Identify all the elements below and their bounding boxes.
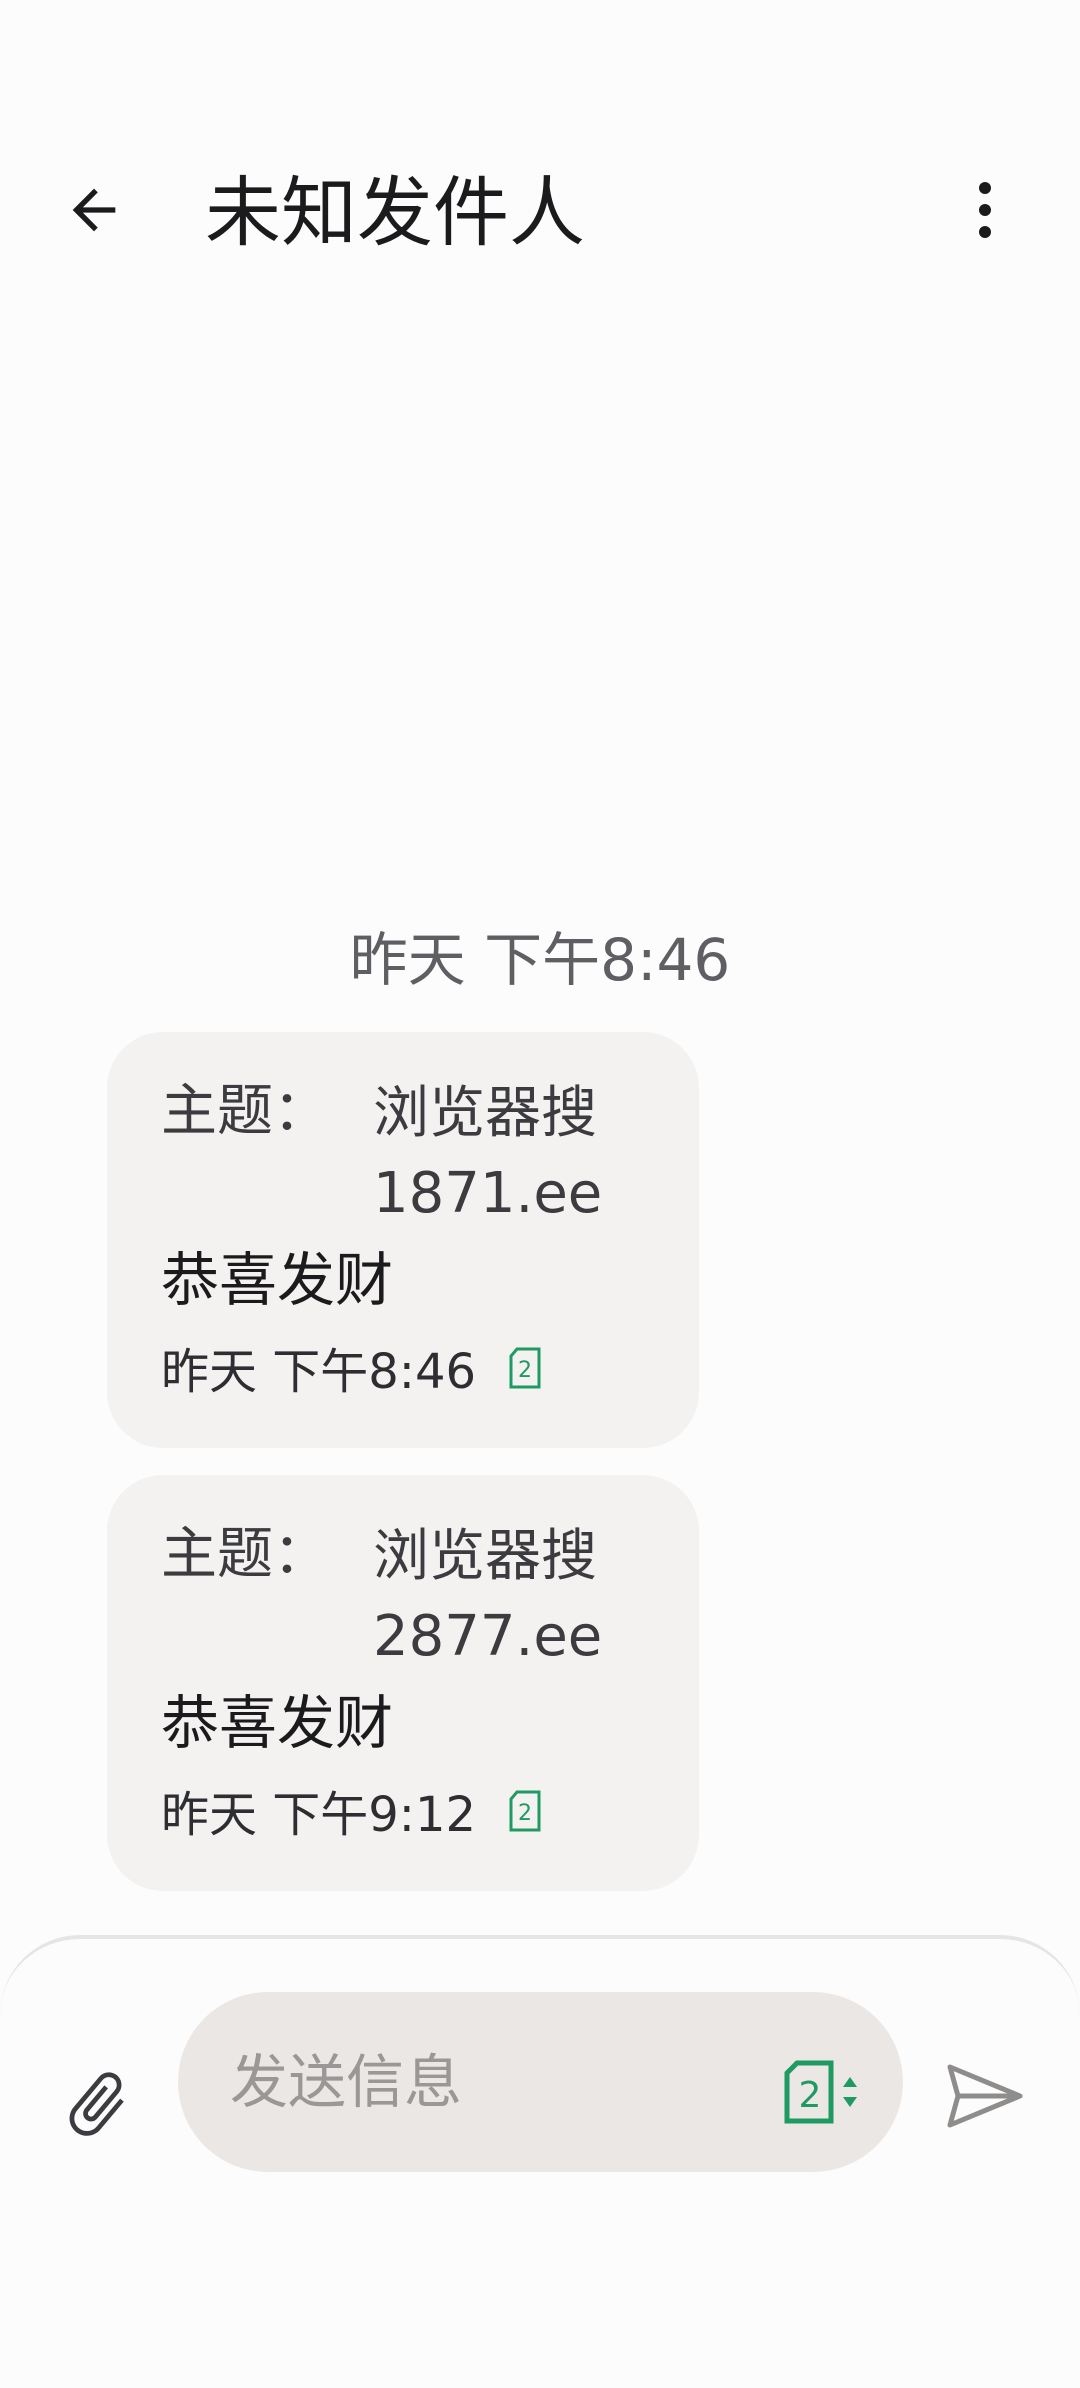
message-bubble[interactable]: 主题： 浏览器搜1871.ee 恭喜发财 昨天 下午8:46 2 — [107, 1032, 699, 1448]
message-bubble[interactable]: 主题： 浏览器搜2877.ee 恭喜发财 昨天 下午9:12 2 — [107, 1475, 699, 1891]
back-button[interactable] — [44, 160, 144, 260]
sim-2-selector-icon: 2 — [784, 2060, 857, 2124]
message-timestamp: 昨天 下午9:12 — [161, 1787, 477, 1843]
attach-button[interactable] — [52, 2049, 142, 2159]
send-button[interactable] — [940, 2051, 1030, 2141]
message-timestamp: 昨天 下午8:46 — [161, 1344, 477, 1400]
date-separator: 昨天 下午8:46 — [349, 926, 731, 994]
message-timestamp-row: 昨天 下午9:12 2 — [161, 1785, 542, 1845]
send-icon — [947, 2064, 1023, 2128]
compose-bar: 发送信息 2 — [0, 1935, 1080, 2388]
top-app-bar: 未知发件人 — [0, 120, 1080, 290]
paperclip-icon — [69, 2072, 124, 2136]
arrow-back-icon — [72, 188, 116, 232]
conversation-title: 未知发件人 — [205, 168, 585, 257]
subject-label: 主题： — [161, 1522, 329, 1587]
subject-text: 浏览器搜2877.ee — [373, 1524, 603, 1669]
sim-2-icon: 2 — [509, 1790, 541, 1832]
svg-text:2: 2 — [518, 1801, 532, 1826]
message-body: 恭喜发财 — [161, 1246, 394, 1314]
more-options-button[interactable] — [940, 160, 1030, 260]
svg-text:2: 2 — [518, 1358, 532, 1383]
subject-text: 浏览器搜1871.ee — [373, 1081, 603, 1226]
messaging-screen: 未知发件人 昨天 下午8:46 主题： 浏览器搜1871.ee 恭喜发财 昨天 … — [0, 0, 1080, 2388]
subject-label: 主题： — [161, 1079, 329, 1144]
message-body: 恭喜发财 — [161, 1689, 394, 1757]
sim-selector-button[interactable]: 2 — [783, 2057, 863, 2127]
svg-text:2: 2 — [799, 2075, 822, 2116]
sim-2-icon: 2 — [509, 1347, 541, 1389]
more-vert-icon — [979, 182, 991, 238]
message-input-placeholder: 发送信息 — [230, 2048, 463, 2116]
message-timestamp-row: 昨天 下午8:46 2 — [161, 1342, 542, 1402]
message-input[interactable]: 发送信息 2 — [178, 1992, 903, 2172]
